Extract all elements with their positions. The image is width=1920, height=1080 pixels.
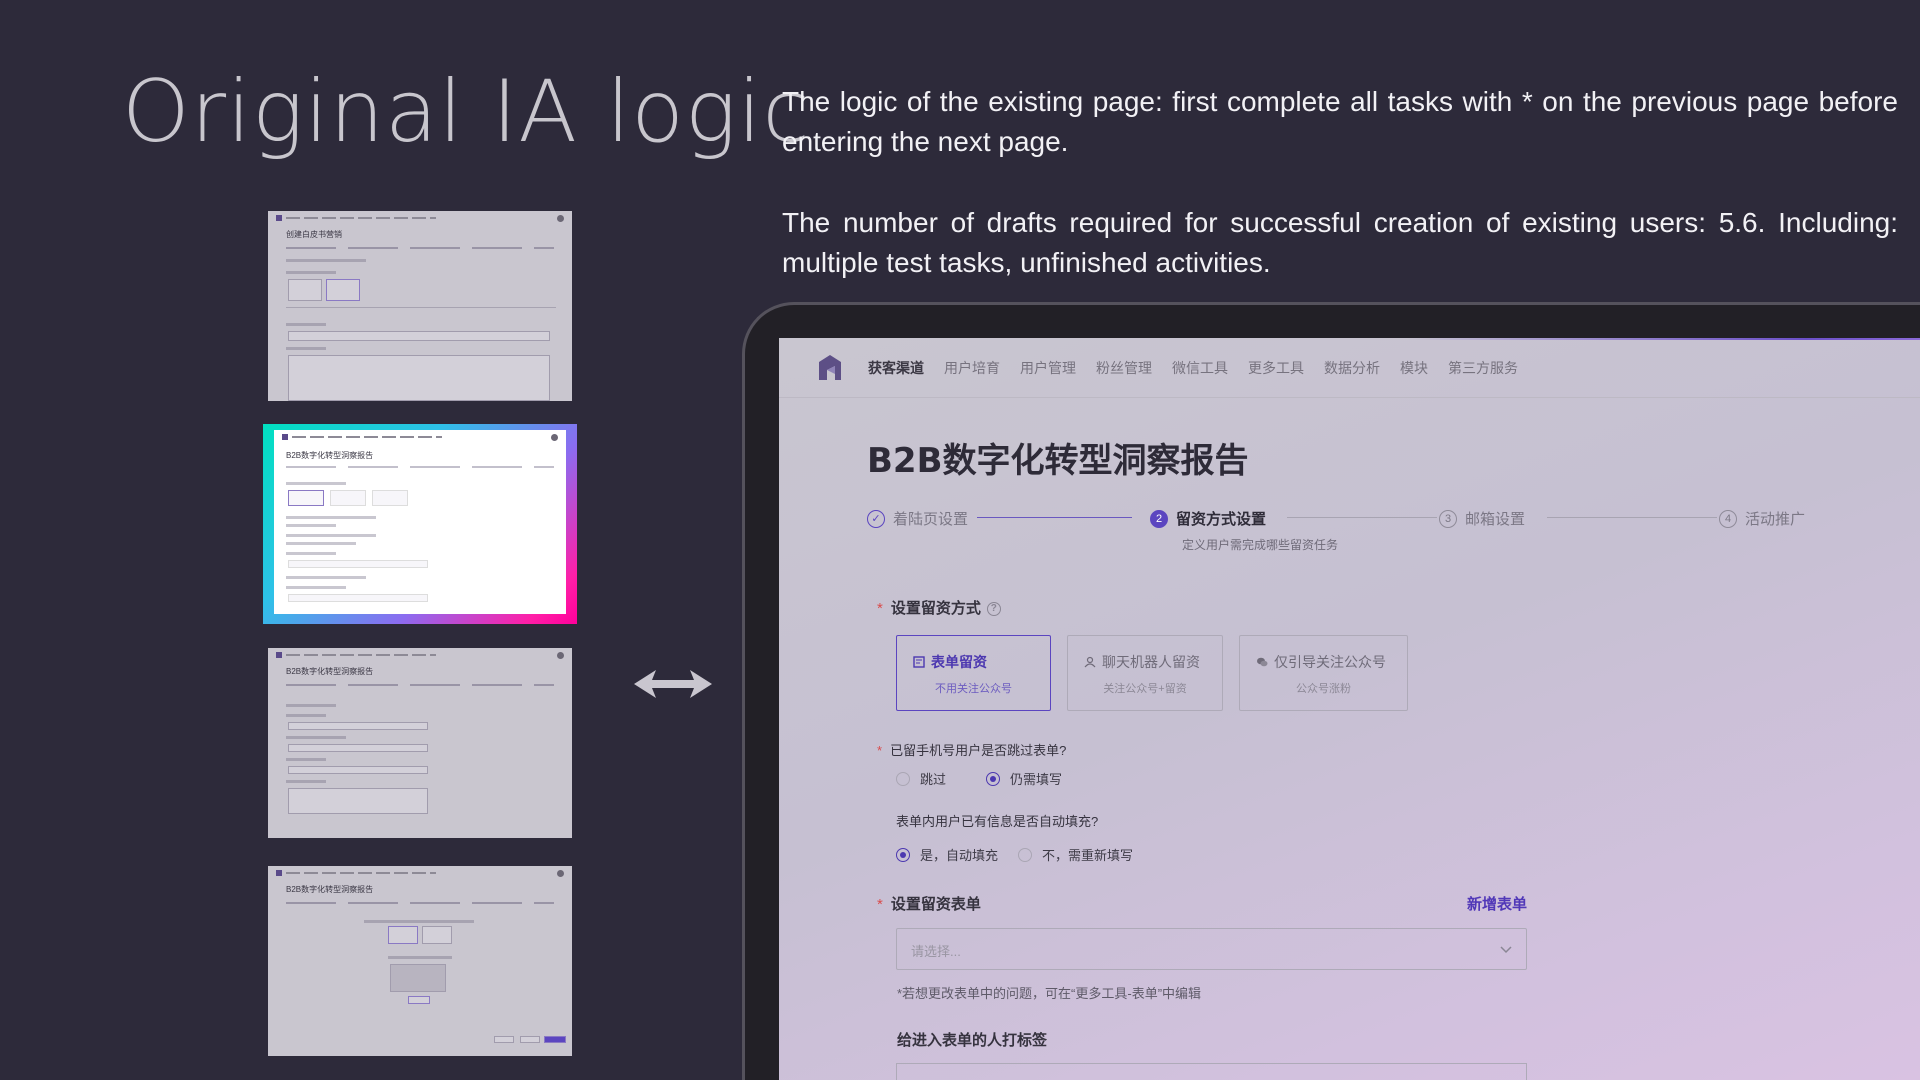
radio-label: 跳过 xyxy=(920,772,947,787)
thumbnail-step-2[interactable]: B2B数字化转型洞察报告 xyxy=(274,430,566,614)
page-title: B2B数字化转型洞察报告 xyxy=(867,441,1249,481)
step-label: 邮箱设置 xyxy=(1465,511,1526,528)
select-placeholder: 请选择... xyxy=(911,944,961,959)
thumbnail-title: B2B数字化转型洞察报告 xyxy=(286,451,374,460)
top-nav: 获客渠道 用户培育 用户管理 粉丝管理 微信工具 更多工具 数据分析 模块 第三… xyxy=(779,338,1920,398)
chevron-down-icon xyxy=(1500,946,1512,954)
thumbnail-step-4[interactable]: B2B数字化转型洞察报告 xyxy=(268,866,572,1056)
description-paragraph-1: The logic of the existing page: first co… xyxy=(782,86,1898,157)
skip-form-radio-group: 跳过 仍需填写 xyxy=(896,769,1062,788)
step-landing-page[interactable]: ✓ 着陆页设置 xyxy=(867,508,968,529)
radio-autofill-yes[interactable] xyxy=(896,847,910,862)
step-number: 3 xyxy=(1439,509,1457,528)
nav-item-users[interactable]: 用户管理 xyxy=(1020,358,1076,378)
description-paragraph-2: The number of drafts required for succes… xyxy=(782,207,1898,278)
step-label: 活动推广 xyxy=(1745,511,1806,528)
thumbnail-title: B2B数字化转型洞察报告 xyxy=(286,885,374,894)
radio-label: 仍需填写 xyxy=(1010,772,1063,787)
nav-item-nurture[interactable]: 用户培育 xyxy=(944,358,1000,378)
tag-label: 给进入表单的人打标签 xyxy=(897,1032,1048,1049)
skip-form-question: * 已留手机号用户是否跳过表单? xyxy=(877,743,1067,758)
radio-still-fill[interactable] xyxy=(986,771,1001,786)
thumbnail-step-1[interactable]: 创建白皮书营销 xyxy=(268,211,572,401)
option-form-lead[interactable]: 表单留资 不用关注公众号 xyxy=(896,635,1051,711)
option-follow-account[interactable]: 仅引导关注公众号 公众号涨粉 xyxy=(1239,635,1408,711)
help-icon[interactable]: ? xyxy=(986,602,1001,617)
form-select[interactable]: 请选择... xyxy=(896,928,1527,970)
nav-item-third-party[interactable]: 第三方服务 xyxy=(1448,358,1518,378)
step-label: 着陆页设置 xyxy=(893,511,969,528)
radio-autofill-no[interactable] xyxy=(1018,847,1033,862)
step-number: 2 xyxy=(1150,509,1168,528)
nav-item-fans[interactable]: 粉丝管理 xyxy=(1096,358,1152,378)
wechat-icon xyxy=(1257,657,1268,667)
form-icon xyxy=(913,656,925,668)
step-lead-capture[interactable]: 2 留资方式设置 xyxy=(1150,508,1266,529)
nav-item-acquisition[interactable]: 获客渠道 xyxy=(868,358,924,378)
radio-skip[interactable] xyxy=(896,771,910,786)
headline: Original IA logic xyxy=(122,62,811,162)
form-edit-hint: *若想更改表单中的问题，可在“更多工具-表单”中编辑 xyxy=(897,986,1202,1001)
tag-input[interactable] xyxy=(896,1063,1527,1080)
lead-form-label: * 设置留资表单 xyxy=(877,896,981,913)
check-icon: ✓ xyxy=(867,509,885,528)
radio-label: 是，自动填充 xyxy=(920,848,999,863)
thumbnail-step-3[interactable]: B2B数字化转型洞察报告 xyxy=(268,648,572,838)
radio-label: 不，需重新填写 xyxy=(1042,848,1134,863)
double-arrow-icon xyxy=(634,670,712,698)
step-number: 4 xyxy=(1719,509,1737,528)
thumbnail-title: 创建白皮书营销 xyxy=(286,230,342,239)
autofill-question: 表单内用户已有信息是否自动填充? xyxy=(896,814,1099,829)
add-form-link[interactable]: 新增表单 xyxy=(1467,893,1527,914)
nav-item-modules[interactable]: 模块 xyxy=(1400,358,1428,378)
thumbnail-title: B2B数字化转型洞察报告 xyxy=(286,667,374,676)
step-description: 定义用户需完成哪些留资任务 xyxy=(1182,538,1339,552)
autofill-radio-group: 是，自动填充 不，需重新填写 xyxy=(896,845,1133,864)
nav-item-analytics[interactable]: 数据分析 xyxy=(1324,358,1380,378)
step-label: 留资方式设置 xyxy=(1176,511,1267,528)
robot-user-icon xyxy=(1084,656,1096,668)
stepper: ✓ 着陆页设置 2 留资方式设置 3 邮箱设置 4 活动推广 定义用户需完成哪些… xyxy=(867,508,1847,568)
nav-item-wechat-tools[interactable]: 微信工具 xyxy=(1172,358,1228,378)
app-logo-icon xyxy=(819,355,841,380)
lead-method-label: * 设置留资方式? xyxy=(877,597,1001,618)
step-email[interactable]: 3 邮箱设置 xyxy=(1439,508,1525,529)
nav-item-more-tools[interactable]: 更多工具 xyxy=(1248,358,1304,378)
step-promotion[interactable]: 4 活动推广 xyxy=(1719,508,1805,529)
app-screen: 获客渠道 用户培育 用户管理 粉丝管理 微信工具 更多工具 数据分析 模块 第三… xyxy=(779,338,1920,1080)
option-chatbot-lead[interactable]: 聊天机器人留资 关注公众号+留资 xyxy=(1067,635,1223,711)
